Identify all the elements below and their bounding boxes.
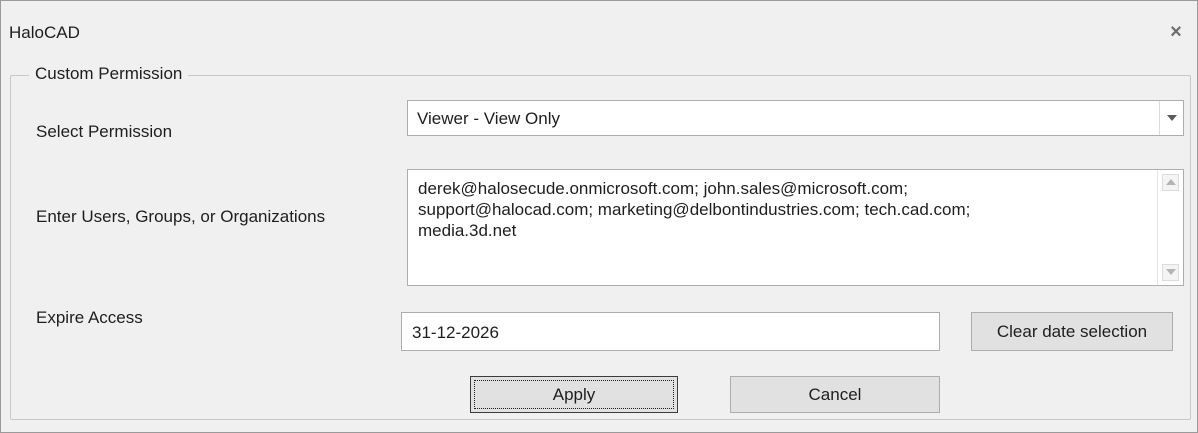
- dropdown-button[interactable]: [1159, 101, 1183, 135]
- expire-access-label: Expire Access: [36, 308, 143, 327]
- users-textarea[interactable]: derek@halosecude.onmicrosoft.com; john.s…: [407, 169, 1184, 286]
- close-icon[interactable]: ×: [1163, 19, 1189, 45]
- scroll-up-button[interactable]: [1162, 174, 1179, 191]
- users-label: Enter Users, Groups, or Organizations: [36, 207, 326, 226]
- group-legend: Custom Permission: [29, 64, 189, 84]
- focus-ring: [474, 380, 674, 409]
- apply-button[interactable]: Apply: [470, 376, 678, 413]
- scroll-down-button[interactable]: [1162, 264, 1179, 281]
- window-title: HaloCAD: [9, 23, 80, 42]
- scroll-down-arrow-icon: [1166, 269, 1176, 275]
- expire-date-value: 31-12-2026: [412, 323, 499, 342]
- expire-date-input[interactable]: 31-12-2026: [401, 312, 940, 351]
- permission-dropdown[interactable]: Viewer - View Only: [407, 100, 1184, 136]
- permission-dropdown-value: Viewer - View Only: [417, 109, 560, 128]
- users-textarea-value: derek@halosecude.onmicrosoft.com; john.s…: [418, 179, 971, 240]
- scroll-up-arrow-icon: [1166, 179, 1176, 185]
- clear-date-button[interactable]: Clear date selection: [971, 312, 1173, 351]
- chevron-down-icon: [1167, 115, 1177, 121]
- dialog-window: HaloCAD × Custom Permission Select Permi…: [0, 0, 1198, 433]
- title-bar: HaloCAD ×: [1, 1, 1197, 63]
- cancel-button[interactable]: Cancel: [730, 376, 940, 413]
- select-permission-label: Select Permission: [36, 122, 173, 141]
- textarea-scrollbar[interactable]: [1157, 170, 1183, 285]
